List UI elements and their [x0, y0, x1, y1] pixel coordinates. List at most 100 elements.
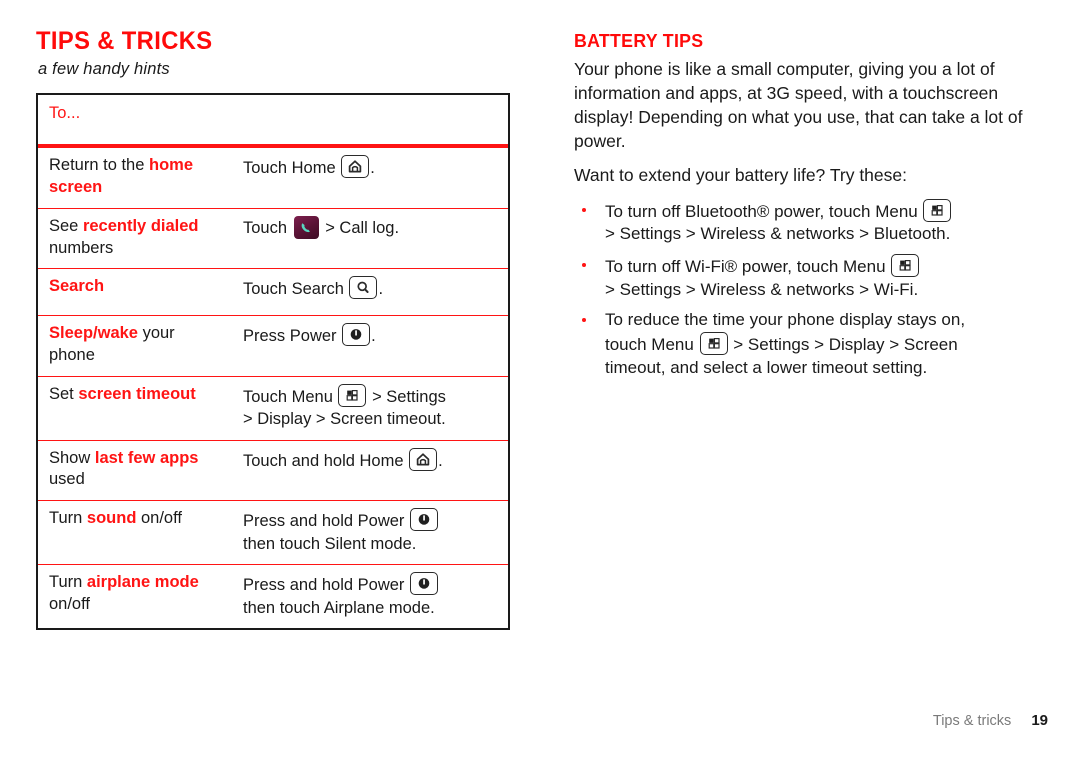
power-icon — [410, 508, 439, 532]
action-text-emphasis: Search — [49, 277, 105, 296]
instruction-cell: Touch > Call log. — [243, 215, 508, 239]
action-text-emphasis: recently dialed — [82, 216, 199, 235]
action-text-line2: on/off — [49, 594, 90, 613]
manual-page: TIPS & TRICKS a few handy hints To... Re… — [0, 0, 1080, 766]
table-row: Set screen timeout Touch Menu > Settings… — [38, 375, 508, 440]
instruction-text-post: > Settings — [367, 387, 446, 406]
bullet-text-line2: > Settings > Wireless & networks > Bluet… — [605, 224, 951, 244]
instruction-cell: Touch Search . — [243, 276, 508, 300]
action-text-post: on/off — [136, 509, 182, 528]
bullet-text-line2: > Settings > Wireless & networks > Wi-Fi… — [605, 279, 919, 299]
action-text-pre: Set — [49, 384, 79, 403]
bullet-text-line3: timeout, and select a lower timeout sett… — [605, 357, 928, 377]
action-text-emphasis: screen timeout — [78, 384, 196, 403]
action-text-emphasis: airplane mode — [86, 573, 199, 592]
bullet-line2-post: > Settings > Display > Screen — [728, 334, 958, 354]
action-cell: Sleep/wake your phone — [38, 323, 243, 367]
instruction-text-line2: > Display > Screen timeout. — [243, 410, 446, 429]
battery-tips-list: To turn off Bluetooth® power, touch Menu… — [574, 198, 1048, 379]
bullet-line2-pre: touch Menu — [605, 334, 699, 354]
action-text-emphasis: home — [148, 156, 193, 175]
list-item: To reduce the time your phone display st… — [574, 309, 1048, 379]
list-item: To turn off Bluetooth® power, touch Menu… — [574, 198, 1048, 246]
instruction-text-pre: Touch Home — [243, 159, 341, 178]
page-title: TIPS & TRICKS — [36, 27, 213, 55]
bullet-text-pre: To turn off Wi-Fi® power, touch Menu — [605, 257, 891, 277]
power-icon — [410, 572, 439, 596]
instruction-cell: Press Power . — [243, 323, 508, 347]
action-cell: Turn airplane mode on/off — [38, 572, 243, 616]
bullet-dot-icon — [582, 318, 586, 323]
instruction-cell: Touch and hold Home . — [243, 447, 508, 472]
home-icon — [341, 155, 370, 179]
table-row: Return to the home screen Touch Home . — [38, 147, 508, 208]
action-text-emphasis: Sleep/wake — [49, 324, 138, 343]
action-text-post: your — [137, 324, 175, 343]
power-icon — [342, 323, 371, 347]
home-icon — [409, 447, 438, 471]
battery-question-paragraph: Want to extend your battery life? Try th… — [574, 164, 907, 185]
instruction-cell: Touch Menu > Settings > Display > Screen… — [243, 383, 508, 431]
action-text-line2: used — [49, 470, 85, 489]
instruction-cell: Touch Home . — [243, 155, 508, 179]
table-row: Turn airplane mode on/off Press and hold… — [38, 564, 508, 628]
action-text-emphasis: sound — [86, 509, 137, 528]
action-text-pre: Return to the — [49, 156, 149, 175]
action-text-pre: Turn — [49, 509, 87, 528]
action-text-line2: screen — [49, 178, 103, 197]
bullet-dot-icon — [582, 263, 586, 268]
table-header-label: To... — [49, 104, 81, 123]
action-text-pre: Turn — [49, 573, 87, 592]
battery-tips-title: BATTERY TIPS — [574, 30, 704, 51]
table-header-row: To... — [38, 95, 508, 148]
right-column: BATTERY TIPS Your phone is like a small … — [574, 30, 1048, 387]
instruction-text-pre: Touch Menu — [243, 387, 338, 406]
table-row: Show last few apps used Touch and hold H… — [38, 439, 508, 501]
instruction-text-post: . — [370, 159, 375, 178]
page-footer: Tips & tricks 19 — [933, 712, 1048, 729]
bullet-dot-icon — [582, 207, 586, 212]
bullet-text-pre: To reduce the time your phone display st… — [605, 310, 966, 330]
action-text-line2: phone — [49, 346, 95, 365]
action-text-emphasis: last few apps — [94, 448, 199, 467]
bullet-text-pre: To turn off Bluetooth® power, touch Menu — [605, 201, 923, 221]
instruction-text-pre: Touch Search — [243, 280, 349, 299]
instruction-text-line2: then touch Airplane mode. — [243, 598, 435, 617]
left-column: TIPS & TRICKS a few handy hints To... Re… — [36, 28, 516, 630]
bullet-text-line2: touch Menu > Settings > Display > Screen — [605, 331, 1048, 357]
list-item: To turn off Wi-Fi® power, touch Menu > S… — [574, 254, 1048, 301]
action-cell: Return to the home screen — [38, 155, 243, 199]
tips-table: To... Return to the home screen Touch Ho… — [36, 93, 510, 630]
footer-section-name: Tips & tricks — [932, 713, 1012, 729]
menu-icon — [699, 331, 728, 355]
action-text-pre: Show — [49, 448, 95, 467]
search-icon — [349, 276, 378, 300]
battery-intro-paragraph: Your phone is like a small computer, giv… — [574, 59, 1023, 151]
table-row: Turn sound on/off Press and hold Power t… — [38, 500, 508, 564]
instruction-text-pre: Press Power — [243, 327, 342, 346]
action-cell: Turn sound on/off — [38, 508, 243, 530]
instruction-text-post: > Call log. — [320, 218, 400, 237]
action-cell: Set screen timeout — [38, 384, 243, 406]
footer-page-number: 19 — [1031, 712, 1048, 729]
table-row: Sleep/wake your phone Press Power . — [38, 315, 508, 376]
instruction-cell: Press and hold Power then touch Airplane… — [243, 572, 508, 619]
menu-icon — [338, 383, 367, 407]
instruction-text-post: . — [371, 327, 376, 346]
instruction-text-post: . — [378, 280, 384, 299]
instruction-text-post: . — [438, 451, 443, 470]
phone-app-icon — [293, 215, 319, 239]
table-row: Search Touch Search . — [38, 268, 508, 315]
action-cell: Search — [38, 276, 243, 298]
instruction-text-pre: Press and hold Power — [243, 512, 410, 531]
menu-icon — [923, 198, 952, 222]
page-subtitle: a few handy hints — [38, 60, 170, 79]
instruction-text-pre: Touch and hold Home — [243, 451, 409, 470]
menu-icon — [891, 254, 920, 278]
instruction-text-pre: Touch — [243, 218, 292, 237]
action-text-pre: See — [49, 216, 83, 235]
action-cell: Show last few apps used — [38, 448, 243, 492]
instruction-text-pre: Press and hold Power — [243, 576, 410, 595]
action-text-line2: numbers — [49, 238, 114, 257]
instruction-cell: Press and hold Power then touch Silent m… — [243, 508, 508, 555]
